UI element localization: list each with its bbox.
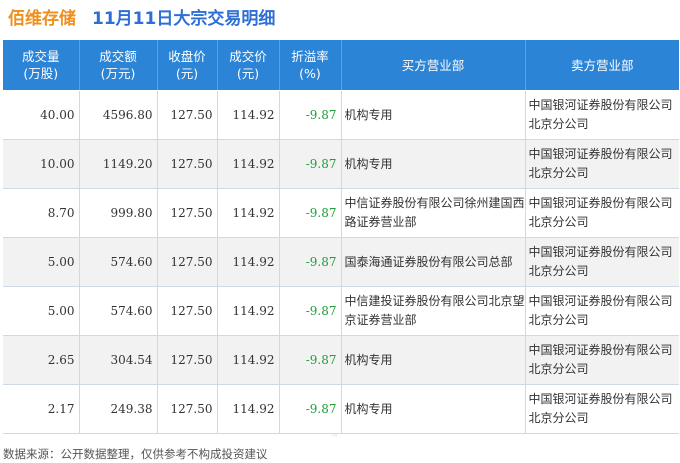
col-header-premium: 折溢率 (%) xyxy=(279,40,342,91)
cell-buyer: 中信证券股份有限公司徐州建国西路证券营业部 xyxy=(341,188,526,238)
cell-amount: 999.80 xyxy=(79,188,158,238)
cell-premium: -9.87 xyxy=(279,139,342,189)
table-row: 5.00 574.60 127.50 114.92 -9.87 中信建投证券股份… xyxy=(3,286,679,336)
data-source-note: 数据来源：公开数据整理，仅供参考不构成投资建议 xyxy=(3,447,268,461)
cell-seller: 中国银河证券股份有限公司北京分公司 xyxy=(525,384,679,434)
cell-volume: 40.00 xyxy=(3,90,80,140)
cell-seller: 中国银河证券股份有限公司北京分公司 xyxy=(525,188,679,238)
cell-premium: -9.87 xyxy=(279,335,342,385)
cell-premium: -9.87 xyxy=(279,237,342,287)
cell-price: 114.92 xyxy=(217,335,280,385)
cell-price: 114.92 xyxy=(217,90,280,140)
cell-seller: 中国银河证券股份有限公司北京分公司 xyxy=(525,286,679,336)
cell-price: 114.92 xyxy=(217,237,280,287)
cell-price: 114.92 xyxy=(217,139,280,189)
cell-buyer: 机构专用 xyxy=(341,335,526,385)
cell-buyer: 机构专用 xyxy=(341,384,526,434)
cell-seller: 中国银河证券股份有限公司北京分公司 xyxy=(525,335,679,385)
cell-amount: 574.60 xyxy=(79,237,158,287)
stock-name: 佰维存储 xyxy=(8,9,76,29)
cell-amount: 4596.80 xyxy=(79,90,158,140)
col-header-volume: 成交量 (万股) xyxy=(3,40,80,91)
table-row: 5.00 574.60 127.50 114.92 -9.87 国泰海通证券股份… xyxy=(3,237,679,287)
cell-premium: -9.87 xyxy=(279,188,342,238)
table-row: 10.00 1149.20 127.50 114.92 -9.87 机构专用 中… xyxy=(3,139,679,189)
cell-volume: 5.00 xyxy=(3,237,80,287)
cell-seller: 中国银河证券股份有限公司北京分公司 xyxy=(525,90,679,140)
cell-seller: 中国银河证券股份有限公司北京分公司 xyxy=(525,237,679,287)
cell-close: 127.50 xyxy=(157,286,218,336)
cell-amount: 304.54 xyxy=(79,335,158,385)
col-header-price: 成交价 (元) xyxy=(217,40,280,91)
table-row: 2.65 304.54 127.50 114.92 -9.87 机构专用 中国银… xyxy=(3,335,679,385)
cell-amount: 1149.20 xyxy=(79,139,158,189)
table-row: 40.00 4596.80 127.50 114.92 -9.87 机构专用 中… xyxy=(3,90,679,140)
cell-volume: 5.00 xyxy=(3,286,80,336)
table-header-row: 成交量 (万股) 成交额 (万元) 收盘价 (元) 成交价 (元) 折溢率 (%) 买方营… xyxy=(3,40,679,91)
cell-close: 127.50 xyxy=(157,384,218,434)
cell-price: 114.92 xyxy=(217,188,280,238)
cell-close: 127.50 xyxy=(157,90,218,140)
cell-price: 114.92 xyxy=(217,286,280,336)
cell-close: 127.50 xyxy=(157,335,218,385)
cell-amount: 249.38 xyxy=(79,384,158,434)
cell-buyer: 中信建投证券股份有限公司北京望京证券营业部 xyxy=(341,286,526,336)
table-row: 2.17 249.38 127.50 114.92 -9.87 机构专用 中国银… xyxy=(3,384,679,434)
cell-volume: 2.65 xyxy=(3,335,80,385)
cell-volume: 8.70 xyxy=(3,188,80,238)
col-header-seller: 卖方营业部 xyxy=(525,40,679,91)
table-row: 8.70 999.80 127.50 114.92 -9.87 中信证券股份有限… xyxy=(3,188,679,238)
cell-volume: 10.00 xyxy=(3,139,80,189)
cell-volume: 2.17 xyxy=(3,384,80,434)
col-header-close: 收盘价 (元) xyxy=(157,40,218,91)
cell-buyer: 国泰海通证券股份有限公司总部 xyxy=(341,237,526,287)
cell-close: 127.50 xyxy=(157,139,218,189)
cell-buyer: 机构专用 xyxy=(341,90,526,140)
cell-amount: 574.60 xyxy=(79,286,158,336)
cell-close: 127.50 xyxy=(157,237,218,287)
cell-price: 114.92 xyxy=(217,384,280,434)
cell-premium: -9.87 xyxy=(279,384,342,434)
col-header-buyer: 买方营业部 xyxy=(341,40,526,91)
cell-close: 127.50 xyxy=(157,188,218,238)
page-title: 11月11日大宗交易明细 xyxy=(92,9,276,29)
page-header: 佰维存储 11月11日大宗交易明细 xyxy=(0,0,680,36)
col-header-amount: 成交额 (万元) xyxy=(79,40,158,91)
cell-buyer: 机构专用 xyxy=(341,139,526,189)
cell-premium: -9.87 xyxy=(279,286,342,336)
cell-seller: 中国银河证券股份有限公司北京分公司 xyxy=(525,139,679,189)
block-trade-table: 成交量 (万股) 成交额 (万元) 收盘价 (元) 成交价 (元) 折溢率 (%) 买方营… xyxy=(3,40,679,434)
cell-premium: -9.87 xyxy=(279,90,342,140)
